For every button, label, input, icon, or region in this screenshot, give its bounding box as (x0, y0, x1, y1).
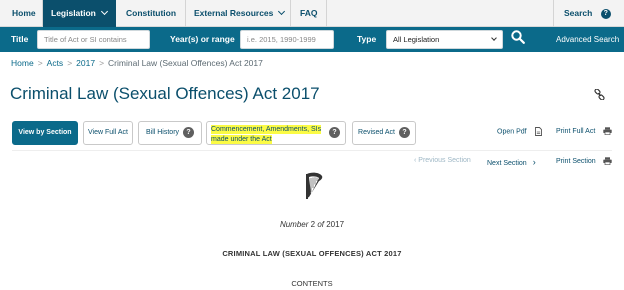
commencement-label-line2: made under the Act (211, 135, 272, 144)
act-number: Number 2 of 2017 (0, 220, 624, 229)
open-pdf-label: Open Pdf (497, 128, 527, 136)
print-full-act-label: Print Full Act (556, 127, 596, 135)
revised-act-button[interactable]: Revised Act? (352, 121, 416, 145)
type-select-value: All Legislation (393, 35, 440, 44)
chevron-down-icon (100, 7, 108, 16)
print-section-link[interactable]: Print Section (556, 157, 612, 166)
nav-home[interactable]: Home (4, 0, 44, 27)
nav-legislation[interactable]: Legislation (43, 0, 116, 27)
type-select[interactable]: All Legislation (386, 30, 503, 49)
breadcrumb-current: Criminal Law (Sexual Offences) Act 2017 (108, 58, 263, 68)
nav-search-label: Search (564, 8, 593, 18)
breadcrumb-year[interactable]: 2017 (76, 58, 95, 68)
view-full-act-button[interactable]: View Full Act (83, 121, 133, 145)
help-icon: ? (600, 8, 611, 19)
search-bar: Title Title of Act or SI contains Year(s… (0, 27, 624, 52)
previous-section-link[interactable]: ‹ Previous Section (414, 157, 471, 164)
print-section-label: Print Section (556, 157, 596, 165)
nav-faq-label: FAQ (300, 8, 318, 18)
open-pdf-link[interactable]: Open Pdf (497, 127, 542, 136)
breadcrumb: Home > Acts >2017 > Criminal Law (Sexual Offe… (11, 58, 263, 68)
pdf-file-icon (534, 127, 542, 136)
harp-emblem-icon (306, 172, 323, 199)
revised-act-label: Revised Act (358, 129, 395, 136)
of-label: of (317, 220, 324, 229)
chevron-down-icon (491, 35, 497, 41)
nav-constitution[interactable]: Constitution (118, 0, 184, 27)
breadcrumb-separator: > (67, 58, 73, 68)
chevron-right-icon: › (532, 157, 536, 167)
breadcrumb-home[interactable]: Home (11, 58, 34, 68)
advanced-search-link[interactable]: Advanced Search (556, 27, 619, 52)
view-by-section-label: View by Section (18, 129, 72, 136)
bill-history-button[interactable]: Bill History? (138, 121, 202, 145)
year-label: Year(s) or range (170, 34, 235, 44)
nav-divider (553, 0, 554, 27)
next-section-label: Next Section (487, 160, 527, 167)
link-icon[interactable] (594, 89, 605, 100)
next-section-link[interactable]: Next Section › (487, 157, 536, 167)
breadcrumb-separator: > (99, 58, 105, 68)
nav-divider (326, 0, 327, 27)
page-title: Criminal Law (Sexual Offences) Act 2017 (10, 84, 320, 103)
title-label: Title (11, 34, 29, 44)
divider (12, 150, 612, 151)
help-icon: ? (183, 126, 195, 138)
nav-external-resources[interactable]: External Resources (186, 0, 292, 27)
view-by-section-button[interactable]: View by Section (12, 121, 78, 145)
commencement-amendments-button[interactable]: Commencement, Amendments, SIs made under… (206, 121, 346, 145)
search-icon[interactable] (511, 30, 525, 44)
nav-search[interactable]: Search ? (556, 0, 624, 43)
breadcrumb-separator: > (37, 58, 43, 68)
year-range-input[interactable]: i.e. 2015, 1990-1999 (240, 30, 334, 49)
printer-icon (602, 157, 612, 166)
nav-divider (290, 0, 291, 27)
act-heading: CRIMINAL LAW (SEXUAL OFFENCES) ACT 2017 (222, 249, 402, 258)
number-year: 2017 (326, 220, 345, 229)
number-value: 2 (310, 220, 316, 229)
commencement-label-line1: Commencement, Amendments, SIs (211, 125, 322, 134)
contents-heading: CONTENTS (291, 279, 333, 288)
previous-section-label: Previous Section (418, 157, 471, 164)
number-label: Number (279, 220, 309, 229)
breadcrumb-acts[interactable]: Acts (47, 58, 64, 68)
print-full-act-link[interactable]: Print Full Act (556, 127, 612, 135)
nav-home-label: Home (12, 8, 36, 18)
help-icon: ? (398, 126, 410, 138)
chevron-down-icon (278, 7, 286, 16)
nav-faq[interactable]: FAQ (292, 0, 325, 27)
bill-history-label: Bill History (145, 129, 180, 136)
view-full-act-label: View Full Act (88, 129, 128, 136)
top-nav: Home Legislation Constitution External R… (0, 0, 624, 43)
type-label: Type (357, 34, 377, 44)
title-search-input[interactable]: Title of Act or SI contains (37, 30, 150, 49)
help-icon: ? (329, 127, 340, 138)
nav-constitution-label: Constitution (126, 8, 177, 18)
nav-external-resources-label: External Resources (194, 8, 274, 18)
printer-icon (603, 127, 612, 135)
nav-legislation-label: Legislation (51, 8, 96, 18)
